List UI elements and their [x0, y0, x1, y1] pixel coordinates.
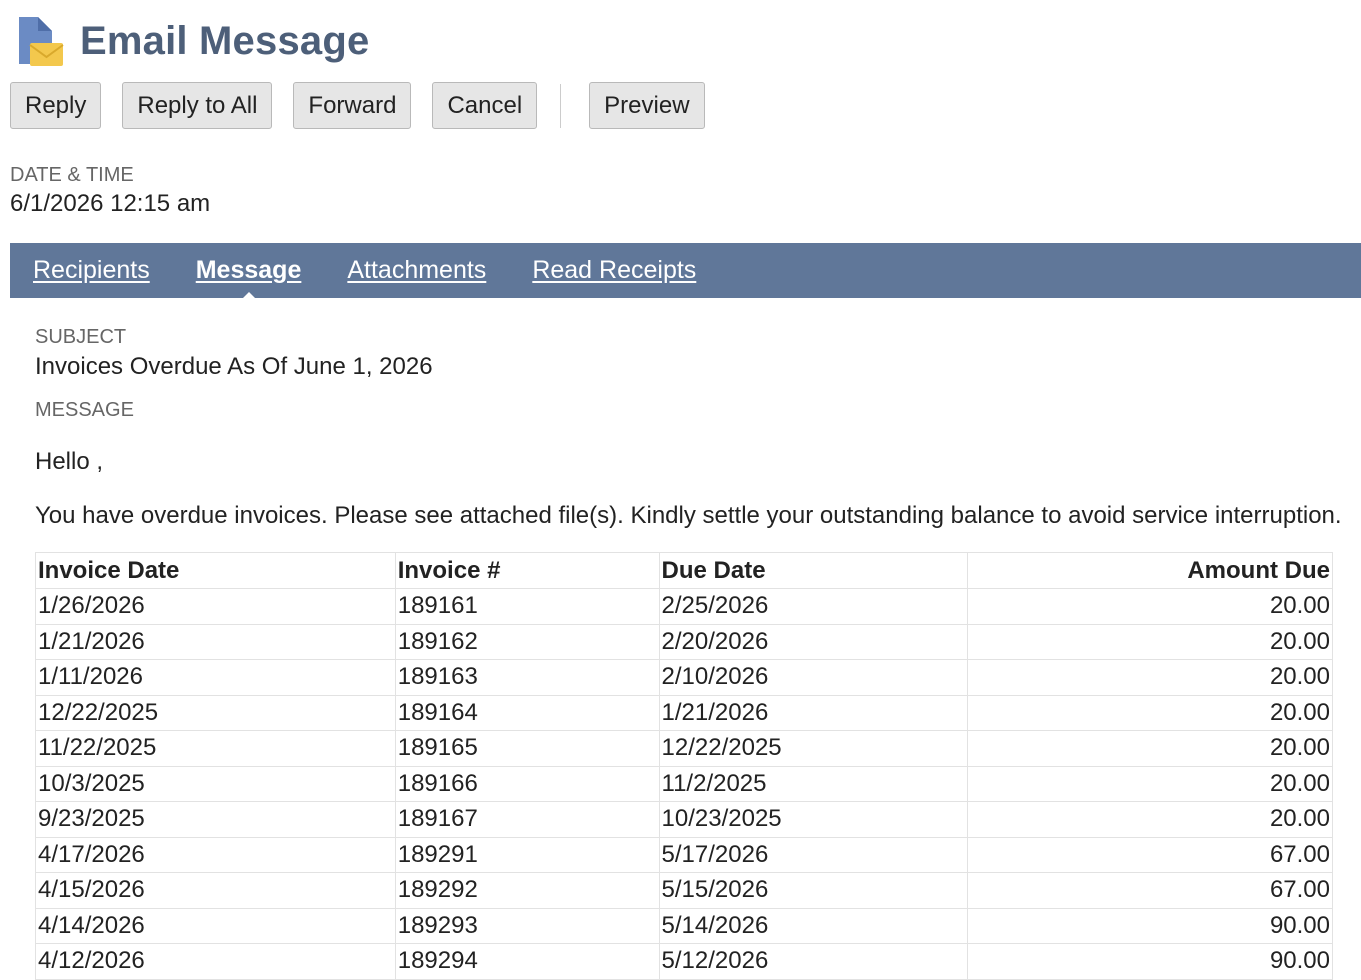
due-date-cell: 12/22/2025	[658, 730, 969, 767]
invoice-date-cell: 11/22/2025	[35, 730, 396, 767]
table-row: 1/26/2026 189161 2/25/2026 20.00	[35, 588, 1333, 625]
page-title: Email Message	[80, 18, 370, 63]
table-row: 4/17/2026 189291 5/17/2026 67.00	[35, 836, 1333, 873]
amount-due-cell: 67.00	[967, 836, 1333, 873]
due-date-cell: 5/15/2026	[658, 872, 969, 909]
table-row: 4/15/2026 189292 5/15/2026 67.00	[35, 872, 1333, 909]
invoice-number-cell: 189164	[394, 694, 660, 731]
header-amount-due: Amount Due	[967, 552, 1333, 589]
table-row: 12/22/2025 189164 1/21/2026 20.00	[35, 694, 1333, 731]
amount-due-cell: 20.00	[967, 659, 1333, 696]
invoice-number-cell: 189294	[394, 943, 660, 980]
invoice-date-cell: 4/14/2026	[35, 907, 396, 944]
due-date-cell: 1/21/2026	[658, 694, 969, 731]
email-message-icon	[19, 17, 64, 66]
due-date-cell: 2/10/2026	[658, 659, 969, 696]
tab-attachments[interactable]: Attachments	[347, 256, 486, 285]
invoice-table-body: 1/26/2026 189161 2/25/2026 20.00 1/21/2026 18…	[35, 588, 1333, 980]
reply-all-button[interactable]: Reply to All	[122, 82, 273, 129]
tab-read-receipts[interactable]: Read Receipts	[532, 256, 696, 285]
invoice-number-cell: 189162	[394, 623, 660, 660]
amount-due-cell: 20.00	[967, 623, 1333, 660]
invoice-number-cell: 189166	[394, 765, 660, 802]
invoice-number-cell: 189167	[394, 801, 660, 838]
amount-due-cell: 20.00	[967, 765, 1333, 802]
header-invoice-date: Invoice Date	[35, 552, 396, 589]
due-date-cell: 2/20/2026	[658, 623, 969, 660]
datetime-value: 6/1/2026 12:15 am	[10, 190, 211, 217]
table-row: 1/21/2026 189162 2/20/2026 20.00	[35, 623, 1333, 660]
datetime-field: DATE & TIME 6/1/2026 12:15 am	[10, 164, 210, 218]
invoice-date-cell: 10/3/2025	[35, 765, 396, 802]
amount-due-cell: 67.00	[967, 872, 1333, 909]
invoice-number-cell: 189161	[394, 588, 660, 625]
amount-due-cell: 20.00	[967, 801, 1333, 838]
invoice-date-cell: 4/12/2026	[35, 943, 396, 980]
forward-button[interactable]: Forward	[293, 82, 412, 129]
toolbar-divider	[560, 83, 562, 128]
invoice-number-cell: 189293	[394, 907, 660, 944]
toolbar: Reply Reply to All Forward Cancel Previe…	[10, 82, 726, 129]
invoice-number-cell: 189291	[394, 836, 660, 873]
due-date-cell: 2/25/2026	[658, 588, 969, 625]
preview-button[interactable]: Preview	[589, 82, 705, 129]
invoice-date-cell: 1/26/2026	[35, 588, 396, 625]
header-invoice-number: Invoice #	[394, 552, 660, 589]
amount-due-cell: 90.00	[967, 907, 1333, 944]
tab-recipients[interactable]: Recipients	[33, 256, 150, 285]
message-label: MESSAGE	[35, 399, 134, 421]
amount-due-cell: 20.00	[967, 588, 1333, 625]
table-row: 9/23/2025 189167 10/23/2025 20.00	[35, 801, 1333, 838]
message-body: You have overdue invoices. Please see at…	[35, 502, 1342, 529]
amount-due-cell: 20.00	[967, 694, 1333, 731]
tab-message[interactable]: Message	[196, 256, 301, 301]
due-date-cell: 10/23/2025	[658, 801, 969, 838]
invoice-date-cell: 12/22/2025	[35, 694, 396, 731]
table-row: 10/3/2025 189166 11/2/2025 20.00	[35, 765, 1333, 802]
amount-due-cell: 90.00	[967, 943, 1333, 980]
cancel-button[interactable]: Cancel	[432, 82, 538, 129]
table-header-row: Invoice Date Invoice # Due Date Amount D…	[35, 552, 1333, 589]
table-row: 4/12/2026 189294 5/12/2026 90.00	[35, 943, 1333, 980]
table-row: 1/11/2026 189163 2/10/2026 20.00	[35, 659, 1333, 696]
page-header: Email Message	[16, 14, 369, 68]
message-content: SUBJECT Invoices Overdue As Of June 1, 2…	[35, 326, 1342, 980]
invoice-date-cell: 1/21/2026	[35, 623, 396, 660]
invoice-date-cell: 4/17/2026	[35, 836, 396, 873]
header-due-date: Due Date	[658, 552, 969, 589]
subject-value: Invoices Overdue As Of June 1, 2026	[35, 353, 433, 380]
table-row: 4/14/2026 189293 5/14/2026 90.00	[35, 907, 1333, 944]
message-greeting: Hello ,	[35, 448, 104, 475]
due-date-cell: 5/12/2026	[658, 943, 969, 980]
tab-bar: Recipients Message Attachments Read Rece…	[10, 243, 1361, 301]
table-row: 11/22/2025 189165 12/22/2025 20.00	[35, 730, 1333, 767]
invoice-date-cell: 4/15/2026	[35, 872, 396, 909]
invoice-number-cell: 189163	[394, 659, 660, 696]
invoice-date-cell: 1/11/2026	[35, 659, 396, 696]
amount-due-cell: 20.00	[967, 730, 1333, 767]
due-date-cell: 11/2/2025	[658, 765, 969, 802]
reply-button[interactable]: Reply	[10, 82, 102, 129]
due-date-cell: 5/14/2026	[658, 907, 969, 944]
datetime-label: DATE & TIME	[10, 164, 134, 186]
due-date-cell: 5/17/2026	[658, 836, 969, 873]
invoice-number-cell: 189292	[394, 872, 660, 909]
invoice-table: Invoice Date Invoice # Due Date Amount D…	[35, 552, 1333, 980]
invoice-date-cell: 9/23/2025	[35, 801, 396, 838]
subject-label: SUBJECT	[35, 326, 127, 348]
invoice-number-cell: 189165	[394, 730, 660, 767]
